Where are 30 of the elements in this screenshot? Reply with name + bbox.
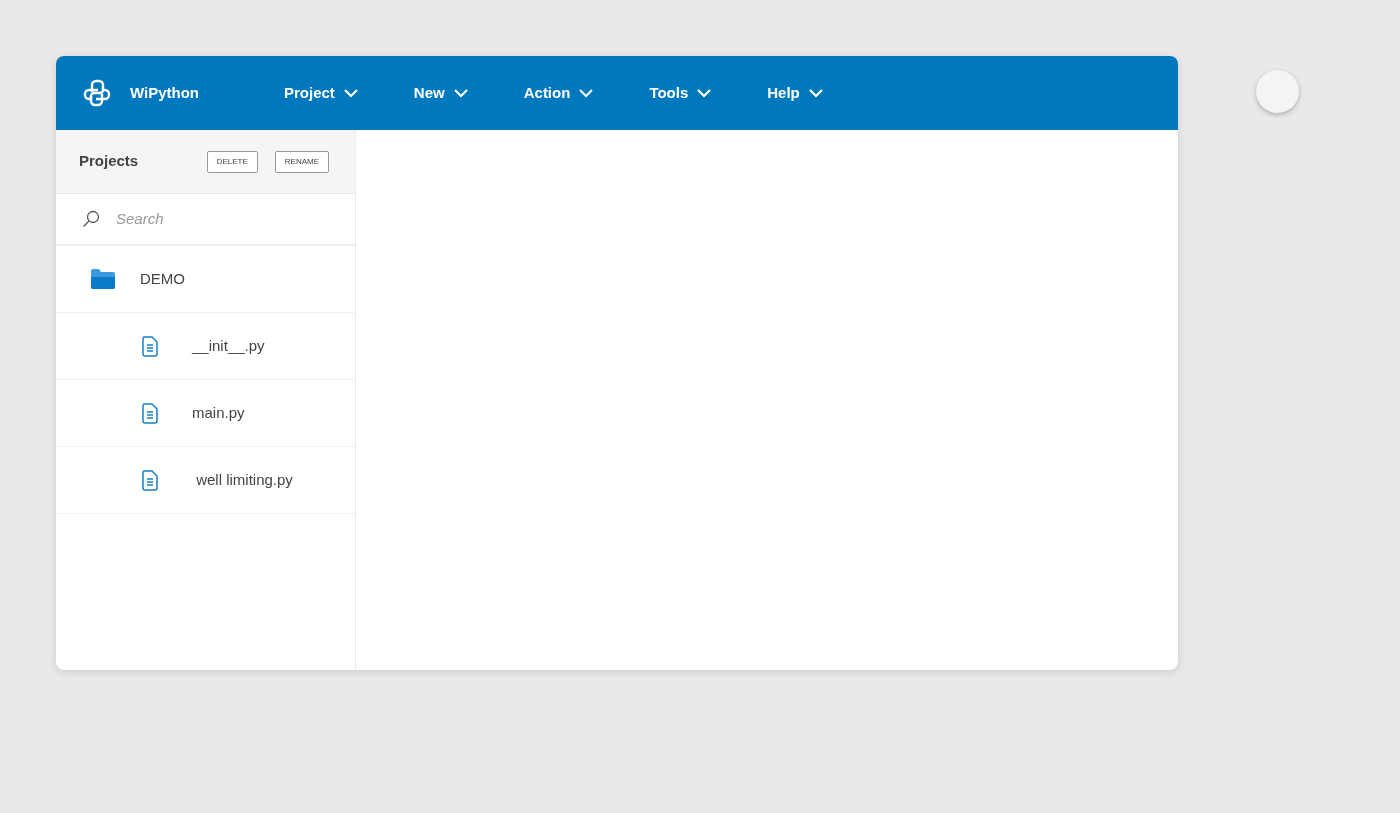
document-icon (142, 469, 158, 491)
round-button[interactable] (1256, 70, 1299, 113)
chevron-down-icon (343, 88, 358, 98)
tree-item[interactable]: well limiting.py (56, 447, 355, 514)
snake-logo-icon (82, 78, 112, 108)
sidebar-title: Projects (79, 151, 140, 172)
tree-item[interactable]: main.py (56, 380, 355, 447)
document-icon (142, 335, 158, 357)
menu-button[interactable]: Help (767, 81, 823, 105)
tree-item-label: __init__.py (192, 335, 265, 356)
search-icon (82, 210, 100, 228)
search-field[interactable]: Search (116, 207, 296, 231)
tree-item-label: DEMO (140, 268, 185, 289)
tree-item-label: main.py (192, 402, 245, 423)
chevron-down-icon (808, 88, 823, 98)
menu-button[interactable]: Tools (649, 81, 712, 105)
chevron-down-icon (579, 88, 594, 98)
tree-item[interactable]: DEMO (56, 246, 355, 313)
tree-item[interactable]: __init__.py (56, 313, 355, 380)
folder-icon (90, 268, 116, 290)
sidebar-action-button[interactable]: RENAME (274, 150, 329, 173)
app-title: WiPython (130, 82, 200, 103)
tree-item-label: well limiting.py (195, 469, 293, 490)
chevron-down-icon (453, 88, 468, 98)
menu-button[interactable]: Project (284, 81, 358, 105)
menu-button[interactable]: Action (523, 81, 594, 105)
menu-button[interactable]: New (413, 81, 468, 105)
sidebar-action-button[interactable]: DELETE (206, 150, 258, 173)
chevron-down-icon (697, 88, 712, 98)
document-icon (142, 402, 158, 424)
